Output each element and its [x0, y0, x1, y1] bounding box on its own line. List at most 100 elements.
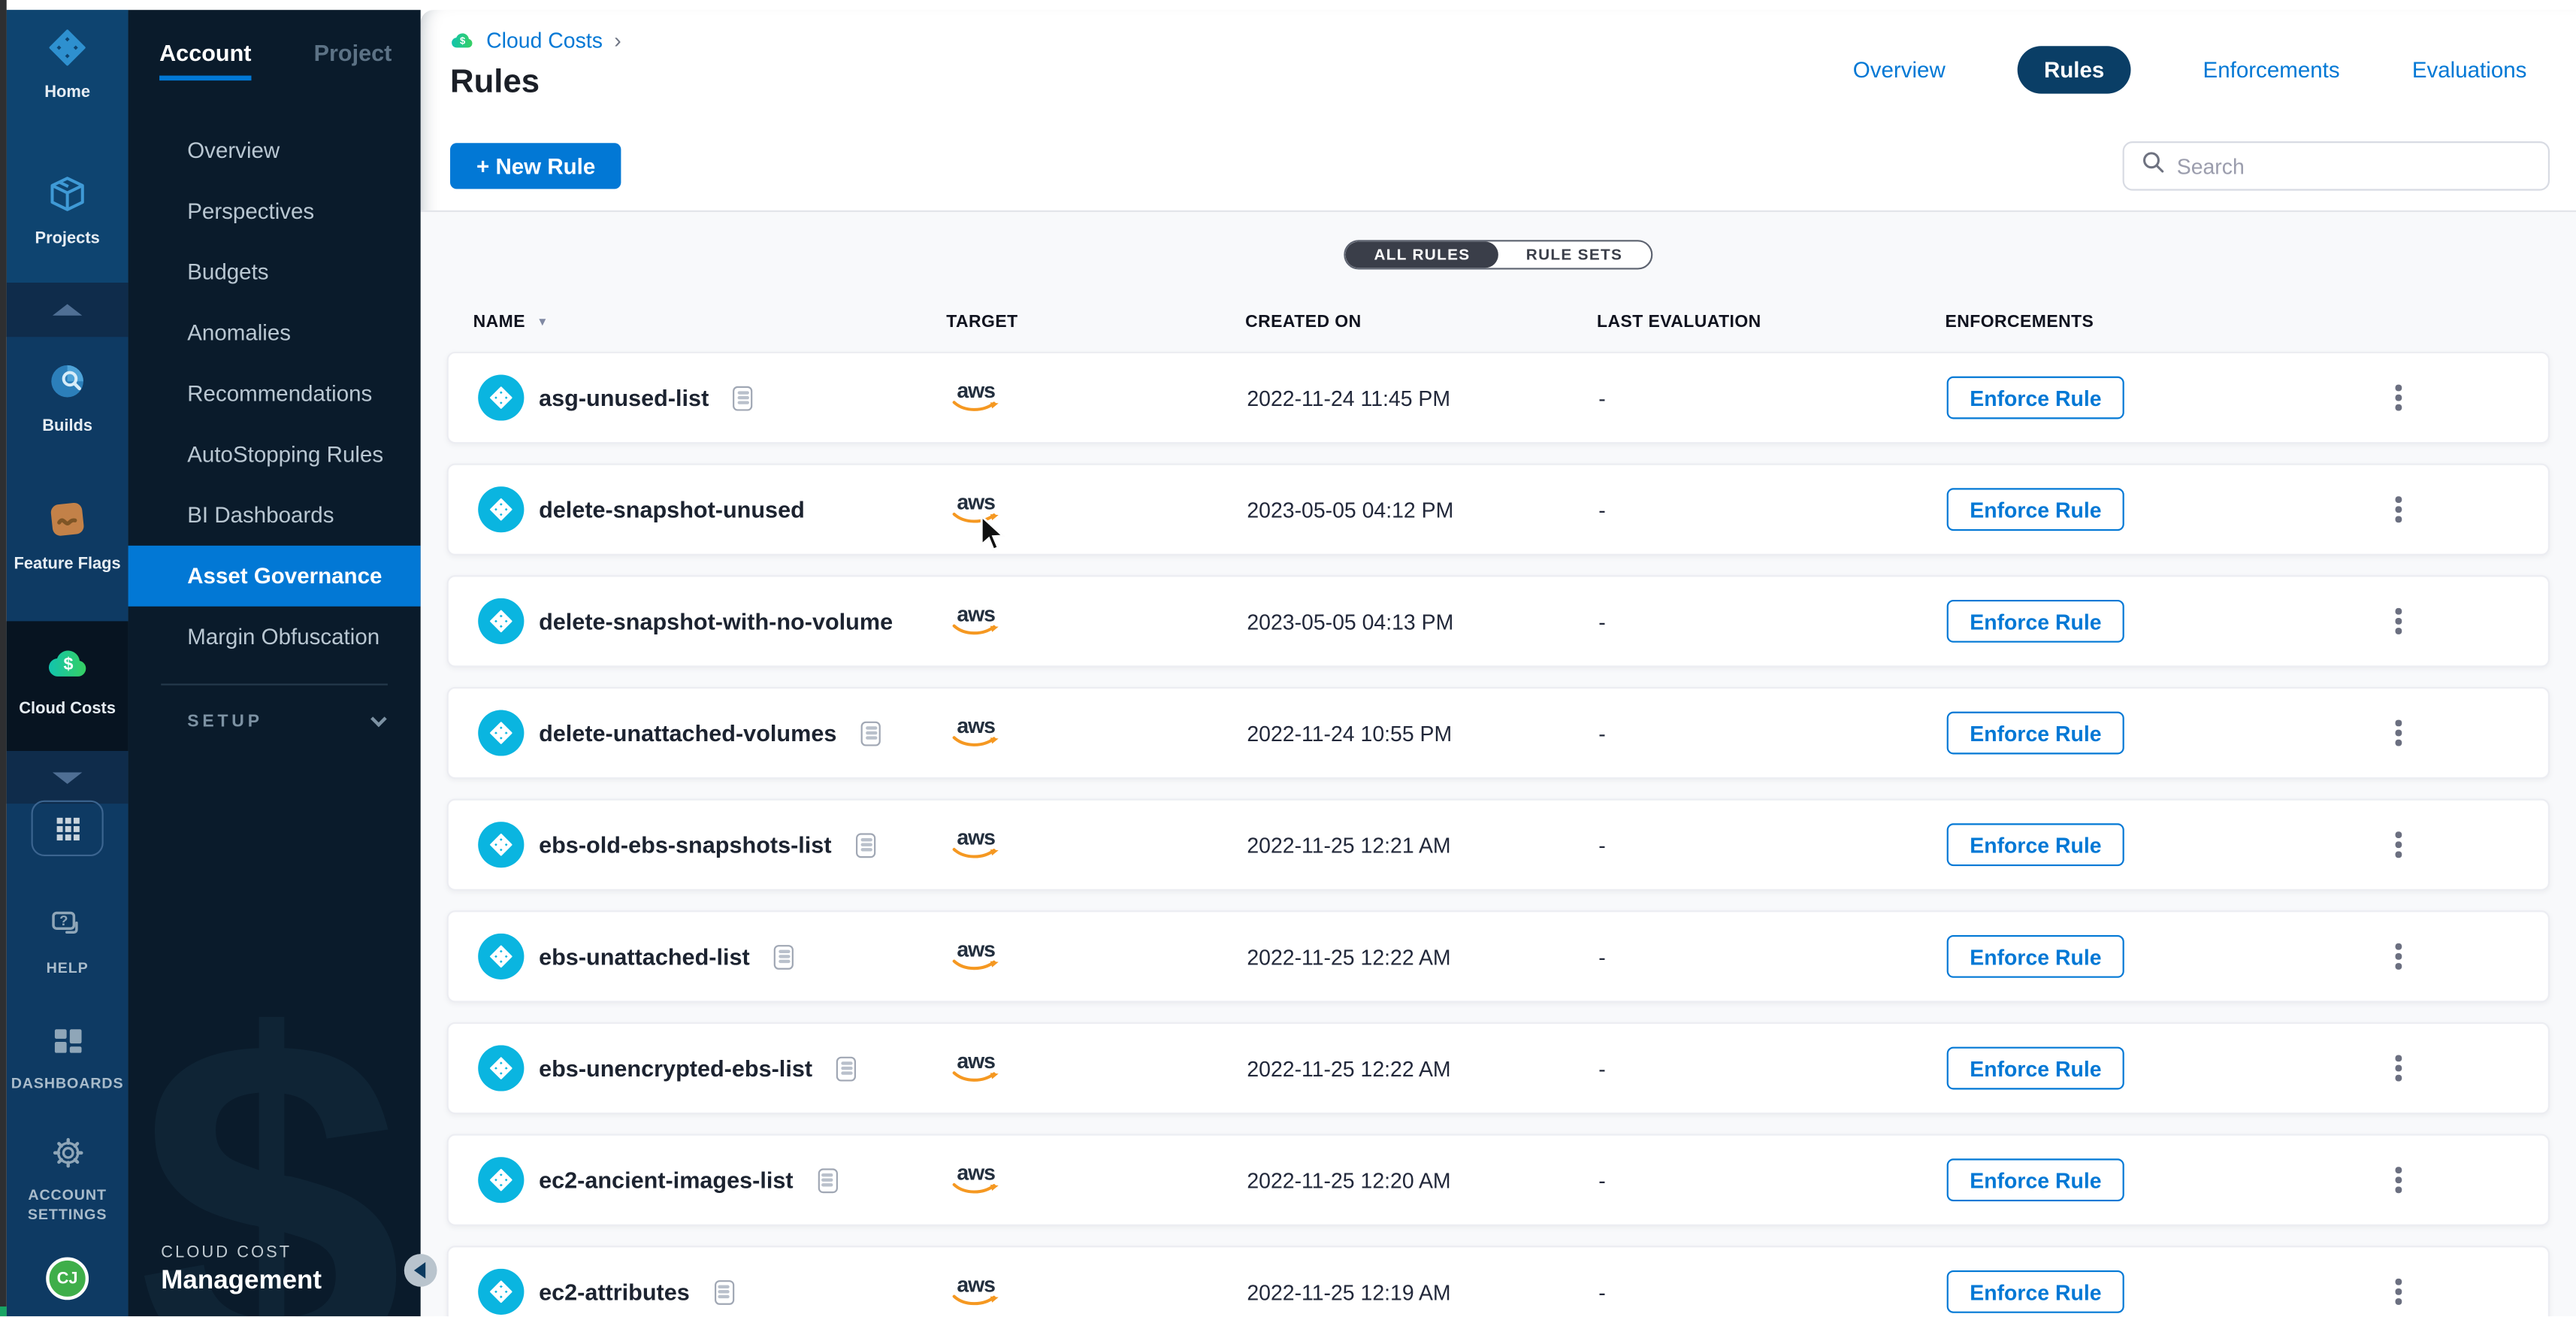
row-menu-button[interactable] [2384, 825, 2413, 864]
module-cloud-costs[interactable]: $ Cloud Costs [7, 641, 128, 719]
table-row[interactable]: ec2-attributes aws 2022-11-25 12:19 AM -… [447, 1246, 2550, 1316]
search-box[interactable] [2123, 141, 2550, 191]
all-modules-button[interactable] [32, 801, 104, 856]
tab-overview[interactable]: Overview [1853, 58, 1946, 83]
module-label: Projects [35, 230, 99, 248]
enforce-rule-button[interactable]: Enforce Rule [1947, 712, 2125, 755]
enforce-rule-button[interactable]: Enforce Rule [1947, 1047, 2125, 1090]
row-menu-button[interactable] [2384, 602, 2413, 640]
module-projects[interactable]: Projects [7, 173, 128, 249]
row-menu-button[interactable] [2384, 1049, 2413, 1087]
table-row[interactable]: delete-unattached-volumes aws 2022-11-24… [447, 687, 2550, 779]
tab-evaluations[interactable]: Evaluations [2412, 58, 2527, 83]
module-feature-flags[interactable]: Feature Flags [7, 498, 128, 574]
doc-icon[interactable] [715, 1279, 734, 1304]
row-menu-button[interactable] [2384, 937, 2413, 976]
search-icon [2141, 150, 2166, 183]
nav-item-autostopping-rules[interactable]: AutoStopping Rules [128, 424, 421, 485]
table-row[interactable]: asg-unused-list aws 2022-11-24 11:45 PM … [447, 352, 2550, 444]
row-menu-button[interactable] [2384, 1161, 2413, 1199]
rule-icon [478, 710, 524, 755]
created-on-cell: 2022-11-25 12:20 AM [1247, 1167, 1598, 1192]
tab-account[interactable]: Account [159, 39, 251, 80]
chevron-left-icon [413, 1262, 425, 1279]
table-row[interactable]: ec2-ancient-images-list aws 2022-11-25 1… [447, 1134, 2550, 1225]
nav-item-margin-obfuscation[interactable]: Margin Obfuscation [128, 607, 421, 668]
doc-icon[interactable] [818, 1167, 837, 1192]
rule-icon [478, 598, 524, 644]
nav-item-overview[interactable]: Overview [128, 120, 421, 181]
feature-flags-icon [46, 498, 89, 549]
rule-icon [478, 1157, 524, 1203]
table-row[interactable]: delete-snapshot-unused aws 2023-05-05 04… [447, 464, 2550, 556]
help-button[interactable]: ? HELP [7, 906, 128, 978]
last-evaluation-cell: - [1598, 609, 1946, 634]
table-row[interactable]: delete-snapshot-with-no-volume aws 2023-… [447, 575, 2550, 667]
row-menu-button[interactable] [2384, 1273, 2413, 1311]
module-nav: Home Projects Builds Feature Flags $ Clo… [7, 10, 128, 1316]
row-menu-button[interactable] [2384, 490, 2413, 528]
nav-item-budgets[interactable]: Budgets [128, 241, 421, 302]
enforce-rule-button[interactable]: Enforce Rule [1947, 823, 2125, 866]
account-settings-label-1: ACCOUNT [28, 1186, 106, 1204]
builds-icon [46, 360, 89, 411]
enforce-rule-button[interactable]: Enforce Rule [1947, 1270, 2125, 1313]
tab-rules[interactable]: Rules [2018, 46, 2130, 93]
svg-text:$: $ [460, 35, 466, 46]
rule-icon [478, 374, 524, 420]
module-home[interactable]: Home [7, 26, 128, 102]
doc-icon[interactable] [837, 1056, 857, 1081]
module-builds[interactable]: Builds [7, 360, 128, 436]
rule-name: ebs-unattached-list [539, 943, 750, 970]
account-settings-button[interactable]: ACCOUNT SETTINGS [7, 1134, 128, 1224]
last-evaluation-cell: - [1598, 497, 1946, 522]
doc-icon[interactable] [733, 386, 753, 410]
table-header-row: NAME▼ TARGET CREATED ON LAST EVALUATION … [447, 306, 2550, 339]
table-row[interactable]: ebs-unencrypted-ebs-list aws 2022-11-25 … [447, 1022, 2550, 1114]
kebab-icon [2396, 943, 2402, 949]
enforce-rule-button[interactable]: Enforce Rule [1947, 600, 2125, 643]
doc-icon[interactable] [856, 832, 875, 857]
table-row[interactable]: ebs-unattached-list aws 2022-11-25 12:22… [447, 910, 2550, 1002]
new-rule-button[interactable]: + New Rule [450, 143, 621, 189]
tab-project[interactable]: Project [314, 39, 392, 80]
setup-section-toggle[interactable]: SETUP [128, 705, 421, 738]
tab-enforcements[interactable]: Enforcements [2203, 58, 2340, 83]
enforce-rule-button[interactable]: Enforce Rule [1947, 1158, 2125, 1201]
dashboards-button[interactable]: DASHBOARDS [7, 1022, 128, 1093]
kebab-icon [2396, 720, 2402, 726]
gear-icon [48, 1134, 86, 1179]
rule-name: ebs-old-ebs-snapshots-list [539, 831, 831, 858]
target-cell: aws [948, 1164, 1247, 1197]
toggle-all-rules[interactable]: ALL RULES [1346, 241, 1498, 268]
enforce-rule-button[interactable]: Enforce Rule [1947, 377, 2125, 419]
module-nav-scroll-down[interactable] [7, 751, 128, 804]
nav-item-recommendations[interactable]: Recommendations [128, 363, 421, 424]
created-on-cell: 2022-11-25 12:22 AM [1247, 1056, 1598, 1081]
collapse-nav-button[interactable] [404, 1254, 437, 1287]
aws-logo: aws [948, 1276, 1003, 1309]
nav-item-anomalies[interactable]: Anomalies [128, 302, 421, 363]
module-nav-scroll-up[interactable] [7, 283, 128, 337]
nav-item-perspectives[interactable]: Perspectives [128, 180, 421, 241]
app-window: Home Projects Builds Feature Flags $ Clo… [0, 0, 2576, 1316]
last-evaluation-cell: - [1598, 1279, 1946, 1304]
search-input[interactable] [2177, 153, 2532, 178]
breadcrumb-link[interactable]: Cloud Costs [486, 28, 603, 53]
enforcements-cell: Enforce Rule [1947, 1047, 2378, 1090]
enforcements-cell: Enforce Rule [1947, 600, 2378, 643]
user-avatar[interactable]: CJ [46, 1257, 89, 1300]
row-menu-button[interactable] [2384, 713, 2413, 752]
enforce-rule-button[interactable]: Enforce Rule [1947, 488, 2125, 531]
nav-item-asset-governance[interactable]: Asset Governance [128, 546, 421, 607]
window-corner-accent [0, 1306, 7, 1316]
nav-item-bi-dashboards[interactable]: BI Dashboards [128, 485, 421, 546]
doc-icon[interactable] [774, 944, 794, 969]
toggle-rule-sets[interactable]: RULE SETS [1498, 241, 1651, 268]
doc-icon[interactable] [861, 721, 881, 746]
enforce-rule-button[interactable]: Enforce Rule [1947, 935, 2125, 978]
row-menu-button[interactable] [2384, 378, 2413, 416]
rule-name-cell: delete-snapshot-with-no-volume [449, 598, 948, 644]
column-header-name[interactable]: NAME▼ [447, 312, 947, 332]
table-row[interactable]: ebs-old-ebs-snapshots-list aws 2022-11-2… [447, 799, 2550, 891]
